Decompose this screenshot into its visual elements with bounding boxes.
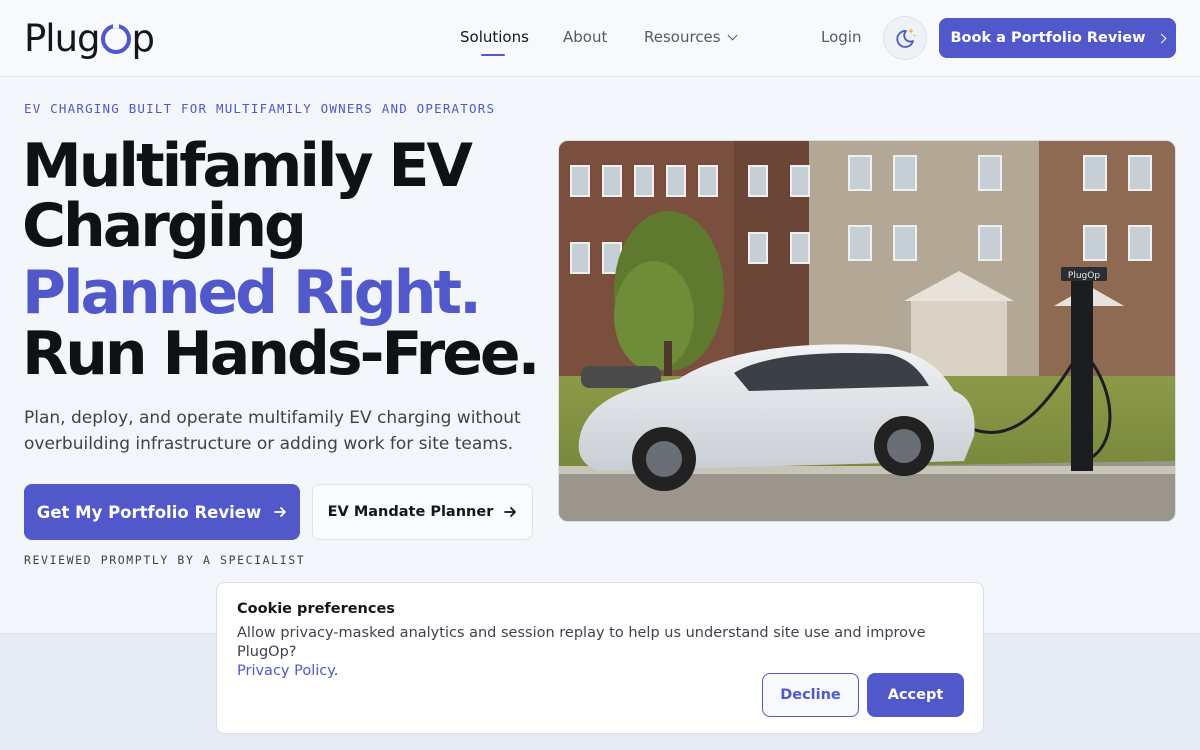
hero-headline-accent: Planned Right.	[22, 258, 482, 328]
hero-illustration: PlugOp	[559, 141, 1175, 521]
book-portfolio-review-button[interactable]: Book a Portfolio Review	[939, 18, 1176, 58]
nav-resources-label: Resources	[644, 28, 721, 46]
hero-headline-line4: Run Hands-Free.	[22, 319, 540, 389]
moon-star-icon	[896, 28, 916, 48]
reviewed-note: REVIEWED PROMPTLY BY A SPECIALIST	[24, 553, 306, 567]
cookie-preferences-dialog: Cookie preferences Allow privacy-masked …	[216, 582, 984, 734]
cookie-body: Allow privacy-masked analytics and sessi…	[237, 624, 977, 681]
nav-resources[interactable]: Resources	[644, 28, 738, 46]
accept-cookies-button[interactable]: Accept	[867, 673, 964, 717]
cookie-period: .	[333, 663, 339, 679]
arrow-right-icon	[274, 507, 287, 517]
chevron-down-icon	[727, 30, 738, 41]
cookie-title: Cookie preferences	[237, 601, 395, 617]
login-link[interactable]: Login	[821, 28, 861, 46]
hero-image-ev-charging-at-townhomes: PlugOp	[558, 140, 1176, 522]
nav-solutions[interactable]: Solutions	[460, 28, 529, 46]
logo-text-right: p	[131, 16, 155, 60]
ev-mandate-planner-button[interactable]: EV Mandate Planner	[312, 484, 533, 540]
book-portfolio-review-label: Book a Portfolio Review	[950, 30, 1146, 46]
hero-lede: Plan, deploy, and operate multifamily EV…	[24, 408, 521, 454]
decline-cookies-button[interactable]: Decline	[762, 673, 859, 717]
arrow-right-icon	[504, 507, 517, 517]
hero-headline-line1: Multifamily EV	[22, 131, 473, 201]
site-header: Plug p Solutions About Resources Login Bo…	[0, 0, 1200, 77]
chevron-right-icon	[1156, 33, 1166, 43]
cookie-body-text: Allow privacy-masked analytics and sessi…	[237, 625, 926, 660]
logo-text-left: Plug	[24, 16, 101, 60]
ev-mandate-planner-label: EV Mandate Planner	[327, 504, 494, 520]
get-portfolio-review-button[interactable]: Get My Portfolio Review	[24, 484, 300, 540]
charger-brand-label: PlugOp	[1068, 271, 1100, 281]
privacy-policy-link[interactable]: Privacy Policy	[237, 663, 334, 679]
hero-headline-line2: Charging	[22, 191, 307, 261]
plugop-logo[interactable]: Plug p	[24, 16, 155, 60]
nav-about[interactable]: About	[563, 28, 607, 46]
logo-power-icon	[100, 18, 131, 54]
get-portfolio-review-label: Get My Portfolio Review	[36, 502, 262, 522]
hero-eyebrow: EV CHARGING BUILT FOR MULTIFAMILY OWNERS…	[24, 101, 496, 116]
nav-active-indicator	[481, 54, 505, 56]
theme-toggle-button[interactable]	[883, 16, 927, 60]
